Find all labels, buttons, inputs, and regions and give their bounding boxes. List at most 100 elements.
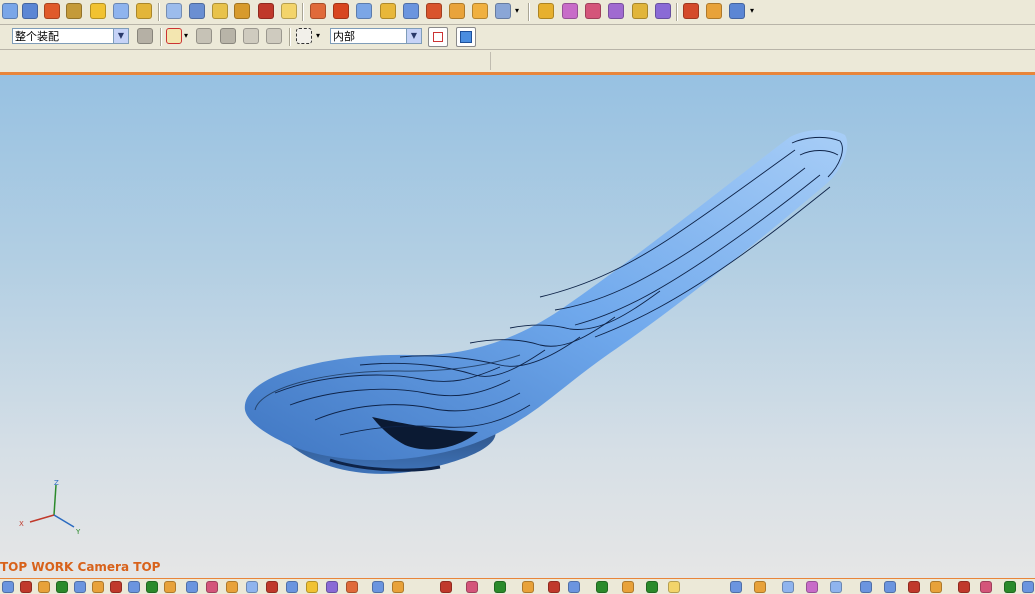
wcs-icon[interactable] xyxy=(596,581,608,593)
select-face-icon[interactable] xyxy=(243,28,259,44)
move-icon[interactable] xyxy=(706,3,722,19)
analysis-icon[interactable] xyxy=(608,3,624,19)
settings-icon[interactable] xyxy=(1004,581,1016,593)
snap-icon[interactable] xyxy=(226,581,238,593)
layers-icon[interactable] xyxy=(212,3,228,19)
trim-icon[interactable] xyxy=(380,3,396,19)
undo-icon[interactable] xyxy=(196,28,212,44)
section-icon[interactable] xyxy=(186,581,198,593)
show-icon[interactable] xyxy=(568,581,580,593)
object-icon[interactable] xyxy=(730,581,742,593)
dimension-icon[interactable] xyxy=(164,581,176,593)
sew-icon[interactable] xyxy=(449,3,465,19)
more-icon[interactable] xyxy=(1022,581,1034,593)
zoom-icon[interactable] xyxy=(392,581,404,593)
align-icon[interactable] xyxy=(729,3,745,19)
hide-icon[interactable] xyxy=(548,581,560,593)
chevron-down-icon[interactable]: ▼ xyxy=(406,29,421,43)
shell-icon[interactable] xyxy=(310,3,326,19)
cylinder-icon[interactable] xyxy=(234,3,250,19)
chevron-down-icon[interactable]: ▾ xyxy=(750,6,758,16)
select-body-icon[interactable] xyxy=(220,28,236,44)
section-view-icon[interactable] xyxy=(522,581,534,593)
fit-icon[interactable] xyxy=(494,581,506,593)
chevron-down-icon[interactable]: ▼ xyxy=(113,29,128,43)
fillet-icon[interactable] xyxy=(472,3,488,19)
mirror-icon[interactable] xyxy=(562,3,578,19)
chevron-down-icon[interactable]: ▾ xyxy=(316,31,324,41)
hammer-icon[interactable] xyxy=(136,3,152,19)
chevron-down-icon[interactable]: ▾ xyxy=(184,31,192,41)
offset-curve-icon[interactable] xyxy=(92,581,104,593)
translucency-icon[interactable] xyxy=(668,581,680,593)
sketch-icon[interactable] xyxy=(782,581,794,593)
sweep-icon[interactable] xyxy=(281,3,297,19)
sheet-icon[interactable] xyxy=(90,3,106,19)
toolbar-separator xyxy=(528,3,530,21)
help-icon[interactable] xyxy=(980,581,992,593)
tab-strip xyxy=(0,50,1035,72)
scale-icon[interactable] xyxy=(683,3,699,19)
coordinate-triad: Z X Y xyxy=(19,479,81,536)
csys-icon[interactable] xyxy=(884,581,896,593)
tools-icon[interactable] xyxy=(258,3,274,19)
intersect-icon[interactable] xyxy=(128,581,140,593)
light-icon[interactable] xyxy=(306,581,318,593)
grid-toggle-icon[interactable] xyxy=(246,581,258,593)
grid-icon[interactable] xyxy=(632,3,648,19)
cube-edit-icon[interactable] xyxy=(166,3,182,19)
layer-icon[interactable] xyxy=(622,581,634,593)
ruler-icon[interactable] xyxy=(206,581,218,593)
edge-icon[interactable] xyxy=(356,3,372,19)
edit-icon[interactable] xyxy=(754,581,766,593)
color-icon[interactable] xyxy=(646,581,658,593)
shaded-cube-icon[interactable] xyxy=(456,27,476,47)
link-icon[interactable] xyxy=(189,3,205,19)
line-icon[interactable] xyxy=(20,581,32,593)
chevron-down-icon[interactable]: ▾ xyxy=(515,6,523,16)
camera-icon[interactable] xyxy=(372,581,384,593)
render-icon[interactable] xyxy=(286,581,298,593)
update-icon[interactable] xyxy=(930,581,942,593)
spline-icon[interactable] xyxy=(74,581,86,593)
filter-icon[interactable] xyxy=(266,581,278,593)
info-icon[interactable] xyxy=(958,581,970,593)
snap-point-icon[interactable] xyxy=(166,28,182,44)
offset-icon[interactable] xyxy=(538,3,554,19)
texture-icon[interactable] xyxy=(346,581,358,593)
wireframe-cube-icon[interactable] xyxy=(428,27,448,47)
gear-icon[interactable] xyxy=(495,3,511,19)
spoon-model[interactable] xyxy=(0,75,1035,578)
box-select-icon[interactable] xyxy=(296,28,312,44)
axis-icon[interactable] xyxy=(860,581,872,593)
measure-icon[interactable] xyxy=(146,581,158,593)
plane-icon[interactable] xyxy=(830,581,842,593)
selection-scope-select[interactable]: 内部 ▼ xyxy=(330,28,422,44)
extrude-icon[interactable] xyxy=(403,3,419,19)
transform-icon[interactable] xyxy=(585,3,601,19)
material-icon[interactable] xyxy=(326,581,338,593)
pan-icon[interactable] xyxy=(440,581,452,593)
curve-icon[interactable] xyxy=(56,581,68,593)
orbit-icon[interactable] xyxy=(466,581,478,593)
assembly-filter-select[interactable]: 整个装配 ▼ xyxy=(12,28,129,44)
filter-icon[interactable] xyxy=(137,28,153,44)
toolbar-separator xyxy=(158,3,160,21)
surface-icon[interactable] xyxy=(655,3,671,19)
select-edge-icon[interactable] xyxy=(266,28,282,44)
point-icon[interactable] xyxy=(2,581,14,593)
project-icon[interactable] xyxy=(110,581,122,593)
arc-icon[interactable] xyxy=(38,581,50,593)
expression-icon[interactable] xyxy=(908,581,920,593)
chamfer-icon[interactable] xyxy=(333,3,349,19)
open-icon[interactable] xyxy=(2,3,18,19)
paint-icon[interactable] xyxy=(44,3,60,19)
selection-scope-value: 内部 xyxy=(333,30,355,43)
datum-icon[interactable] xyxy=(806,581,818,593)
rotate-icon[interactable] xyxy=(426,3,442,19)
copy-icon[interactable] xyxy=(113,3,129,19)
triad-y-label: Y xyxy=(75,528,81,536)
save-icon[interactable] xyxy=(22,3,38,19)
graphics-viewport[interactable]: Z X Y TOP WORK Camera TOP xyxy=(0,75,1035,578)
assembly-icon[interactable] xyxy=(66,3,82,19)
